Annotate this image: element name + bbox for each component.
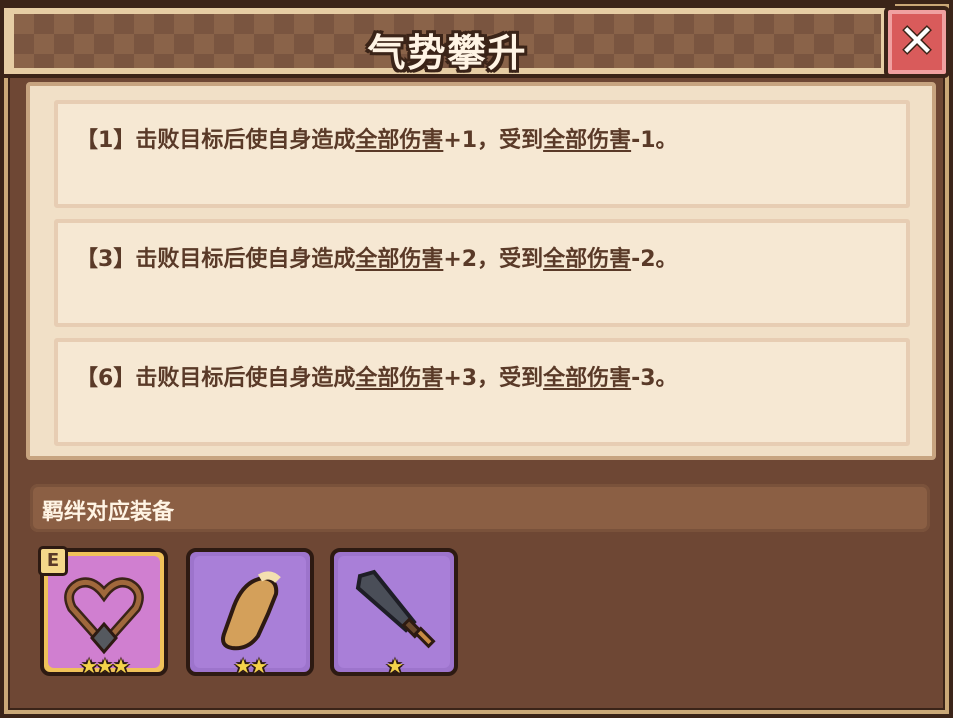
equipment-header: 羁绊对应装备 — [30, 484, 930, 532]
dialog-frame: 气势攀升 ✕ 【1】击败目标后使自身造成全部伤害+1，受到全部伤害-1。 【3】… — [0, 0, 953, 718]
effect-row: 【1】击败目标后使自身造成全部伤害+1，受到全部伤害-1。 — [54, 100, 910, 208]
equipment-slot-necklace[interactable]: E ★★★ — [38, 546, 168, 678]
close-button[interactable]: ✕ — [884, 6, 950, 78]
stat-link[interactable]: 全部伤害 — [543, 128, 631, 153]
heart-necklace-icon — [64, 577, 144, 655]
title-banner: 气势攀升 — [0, 4, 895, 78]
stat-link[interactable]: 全部伤害 — [355, 128, 443, 153]
stat-link[interactable]: 全部伤害 — [543, 247, 631, 272]
effect-text: 【3】击败目标后使自身造成全部伤害+2，受到全部伤害-2。 — [76, 247, 678, 272]
close-x-icon: ✕ — [898, 16, 936, 67]
equipment-slot-sword[interactable]: ★ — [330, 548, 458, 678]
leather-glove-icon — [221, 571, 281, 651]
effect-row: 【6】击败目标后使自身造成全部伤害+3，受到全部伤害-3。 — [54, 338, 910, 446]
stat-link[interactable]: 全部伤害 — [355, 366, 443, 391]
star-rating: ★★ — [234, 654, 268, 678]
effect-row: 【3】击败目标后使自身造成全部伤害+2，受到全部伤害-2。 — [54, 219, 910, 327]
effects-panel: 【1】击败目标后使自身造成全部伤害+1，受到全部伤害-1。 【3】击败目标后使自… — [26, 82, 936, 460]
stat-link[interactable]: 全部伤害 — [355, 247, 443, 272]
effect-text: 【1】击败目标后使自身造成全部伤害+1，受到全部伤害-1。 — [76, 128, 678, 153]
stat-link[interactable]: 全部伤害 — [543, 366, 631, 391]
equipment-slot-glove[interactable]: ★★ — [186, 548, 314, 678]
page-title: 气势攀升 — [367, 31, 528, 75]
effect-text: 【6】击败目标后使自身造成全部伤害+3，受到全部伤害-3。 — [76, 366, 678, 391]
equipment-label: 羁绊对应装备 — [42, 500, 175, 525]
star-rating: ★★★ — [80, 654, 130, 678]
iron-sword-icon — [355, 569, 436, 649]
star-rating: ★ — [386, 654, 404, 678]
equipped-badge: E — [38, 546, 68, 576]
